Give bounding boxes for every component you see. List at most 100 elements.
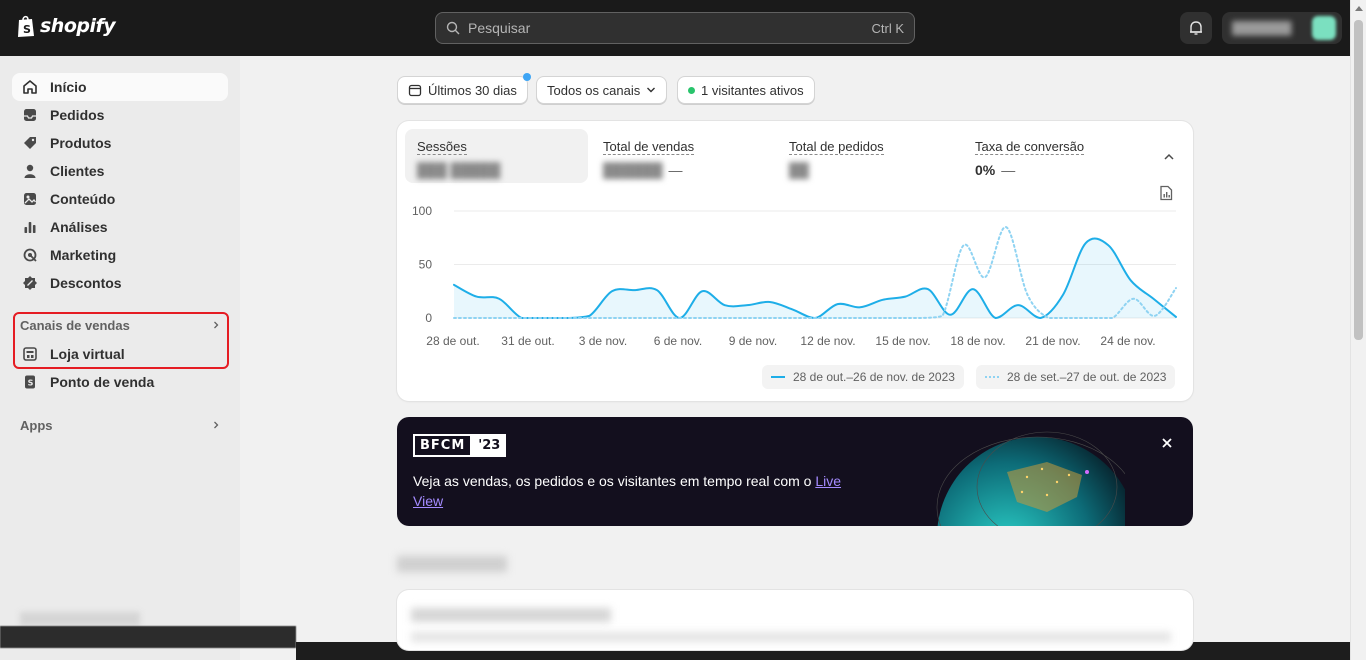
- tag-icon: [24, 137, 36, 149]
- bfcm-logo: BFCM '23: [413, 434, 507, 457]
- sidebar-section-sales-channels[interactable]: Canais de vendas: [12, 312, 228, 338]
- top-bar: S shopify Ctrl K ███████: [0, 0, 1366, 56]
- sidebar-item-loja-virtual[interactable]: Loja virtual: [12, 340, 228, 368]
- x-tick-label: 28 de out.: [426, 334, 479, 348]
- sidebar-item-label: Loja virtual: [50, 346, 125, 362]
- x-tick-label: 24 de nov.: [1100, 334, 1155, 348]
- shopify-logo[interactable]: S shopify: [16, 14, 116, 38]
- sidebar-item-descontos[interactable]: Descontos: [12, 269, 228, 297]
- date-indicator-dot: [523, 73, 531, 81]
- card-heading-blurred: [411, 608, 611, 622]
- bfcm-badge: BFCM: [413, 434, 473, 457]
- sidebar-settings-blurred: [20, 612, 140, 626]
- x-tick-label: 21 de nov.: [1025, 334, 1080, 348]
- channels-label: Todos os canais: [547, 82, 641, 98]
- sessions-line-chart: 0 50 100 28 de out. 31 de out. 3 de nov. 6 de …: [412, 204, 1177, 348]
- globe-illustration: [897, 417, 1125, 526]
- live-status-dot: [688, 86, 695, 94]
- x-tick-label: 6 de nov.: [654, 334, 702, 348]
- search-icon: [446, 21, 460, 35]
- y-tick-label: 50: [419, 258, 433, 272]
- sidebar-item-label: Marketing: [50, 247, 117, 263]
- sidebar-item-label: Pedidos: [50, 107, 105, 123]
- x-tick-label: 18 de nov.: [950, 334, 1005, 348]
- sidebar: Início Pedidos Produtos Clientes Conteúd…: [0, 56, 240, 660]
- svg-text:S: S: [23, 23, 31, 36]
- bell-icon: [1190, 21, 1202, 35]
- sidebar-item-label: Conteúdo: [50, 191, 116, 207]
- scroll-up-arrow[interactable]: [1355, 6, 1363, 11]
- store-menu-button[interactable]: ███████: [1222, 12, 1342, 44]
- x-tick-label: 31 de out.: [501, 334, 554, 348]
- next-steps-title-blurred: [397, 556, 507, 572]
- legend-label: 28 de set.–27 de out. de 2023: [1007, 370, 1167, 384]
- sidebar-item-inicio[interactable]: Início: [12, 73, 228, 101]
- scroll-thumb[interactable]: [1354, 20, 1363, 340]
- live-visitors-button[interactable]: 1 visitantes ativos: [677, 76, 815, 104]
- series-area: [454, 238, 1176, 318]
- sidebar-item-label: Descontos: [50, 275, 122, 291]
- sidebar-item-label: Produtos: [50, 135, 112, 151]
- notifications-button[interactable]: [1180, 12, 1212, 44]
- date-range-button[interactable]: Últimos 30 dias: [397, 76, 528, 104]
- avatar: [1312, 16, 1336, 40]
- sidebar-item-produtos[interactable]: Produtos: [12, 129, 228, 157]
- sidebar-item-conteudo[interactable]: Conteúdo: [12, 185, 228, 213]
- store-name-blurred: ███████: [1232, 21, 1292, 35]
- banner-text: Veja as vendas, os pedidos e os visitant…: [413, 473, 812, 489]
- search-bar[interactable]: Ctrl K: [435, 12, 915, 44]
- legend-label: 28 de out.–26 de nov. de 2023: [793, 370, 955, 384]
- x-tick-label: 12 de nov.: [800, 334, 855, 348]
- sidebar-item-analises[interactable]: Análises: [12, 213, 228, 241]
- card-text-blurred: [411, 632, 1171, 642]
- calendar-icon: [408, 84, 422, 97]
- next-steps-card: [397, 590, 1193, 650]
- home-icon: [23, 80, 37, 94]
- pos-icon: S: [25, 375, 35, 389]
- discount-icon: [23, 276, 37, 290]
- chevron-right-icon: [214, 321, 219, 329]
- sidebar-section-apps[interactable]: Apps: [12, 412, 228, 438]
- target-icon: [23, 248, 37, 262]
- sidebar-item-label: Análises: [50, 219, 108, 235]
- sidebar-item-clientes[interactable]: Clientes: [12, 157, 228, 185]
- bfcm-year: '23: [472, 434, 507, 457]
- shopify-bag-icon: S: [18, 15, 34, 37]
- sidebar-item-pedidos[interactable]: Pedidos: [12, 101, 228, 129]
- bar-chart-icon: [24, 222, 36, 233]
- sidebar-item-label: Início: [50, 79, 87, 95]
- page-scrollbar[interactable]: [1350, 0, 1366, 660]
- legend-solid-line: [771, 376, 785, 378]
- x-tick-label: 3 de nov.: [579, 334, 627, 348]
- legend-current-period[interactable]: 28 de out.–26 de nov. de 2023: [762, 365, 964, 389]
- section-label: Canais de vendas: [20, 317, 130, 333]
- sidebar-item-marketing[interactable]: Marketing: [12, 241, 228, 269]
- legend-previous-period[interactable]: 28 de set.–27 de out. de 2023: [976, 365, 1176, 389]
- x-tick-label: 9 de nov.: [729, 334, 777, 348]
- x-tick-label: 15 de nov.: [875, 334, 930, 348]
- brand-name: shopify: [40, 15, 116, 37]
- bfcm-banner: BFCM '23 Veja as vendas, os pedidos e os…: [397, 417, 1193, 526]
- inbox-icon: [24, 109, 36, 121]
- store-icon: [23, 347, 37, 361]
- y-tick-label: 0: [425, 311, 432, 325]
- svg-text:S: S: [28, 379, 34, 388]
- section-label: Apps: [20, 417, 53, 433]
- analytics-card: Sessões ███ █████ Total de vendas ██████…: [397, 121, 1193, 401]
- date-range-label: Últimos 30 dias: [428, 82, 517, 98]
- close-icon[interactable]: [1159, 435, 1175, 451]
- sidebar-item-ponto-de-venda[interactable]: S Ponto de venda: [12, 368, 228, 396]
- banner-message: Veja as vendas, os pedidos e os visitant…: [413, 471, 853, 511]
- chevron-down-icon: [647, 87, 656, 93]
- person-icon: [24, 164, 36, 178]
- image-icon: [24, 193, 37, 205]
- search-input[interactable]: [468, 20, 872, 36]
- live-visitors-label: 1 visitantes ativos: [701, 82, 804, 98]
- channels-dropdown[interactable]: Todos os canais: [536, 76, 668, 104]
- legend-dotted-line: [985, 376, 999, 378]
- chevron-right-icon: [214, 421, 219, 429]
- search-shortcut: Ctrl K: [871, 20, 905, 36]
- y-tick-label: 100: [412, 204, 432, 218]
- browser-status-bar: [0, 626, 296, 648]
- sidebar-item-label: Clientes: [50, 163, 105, 179]
